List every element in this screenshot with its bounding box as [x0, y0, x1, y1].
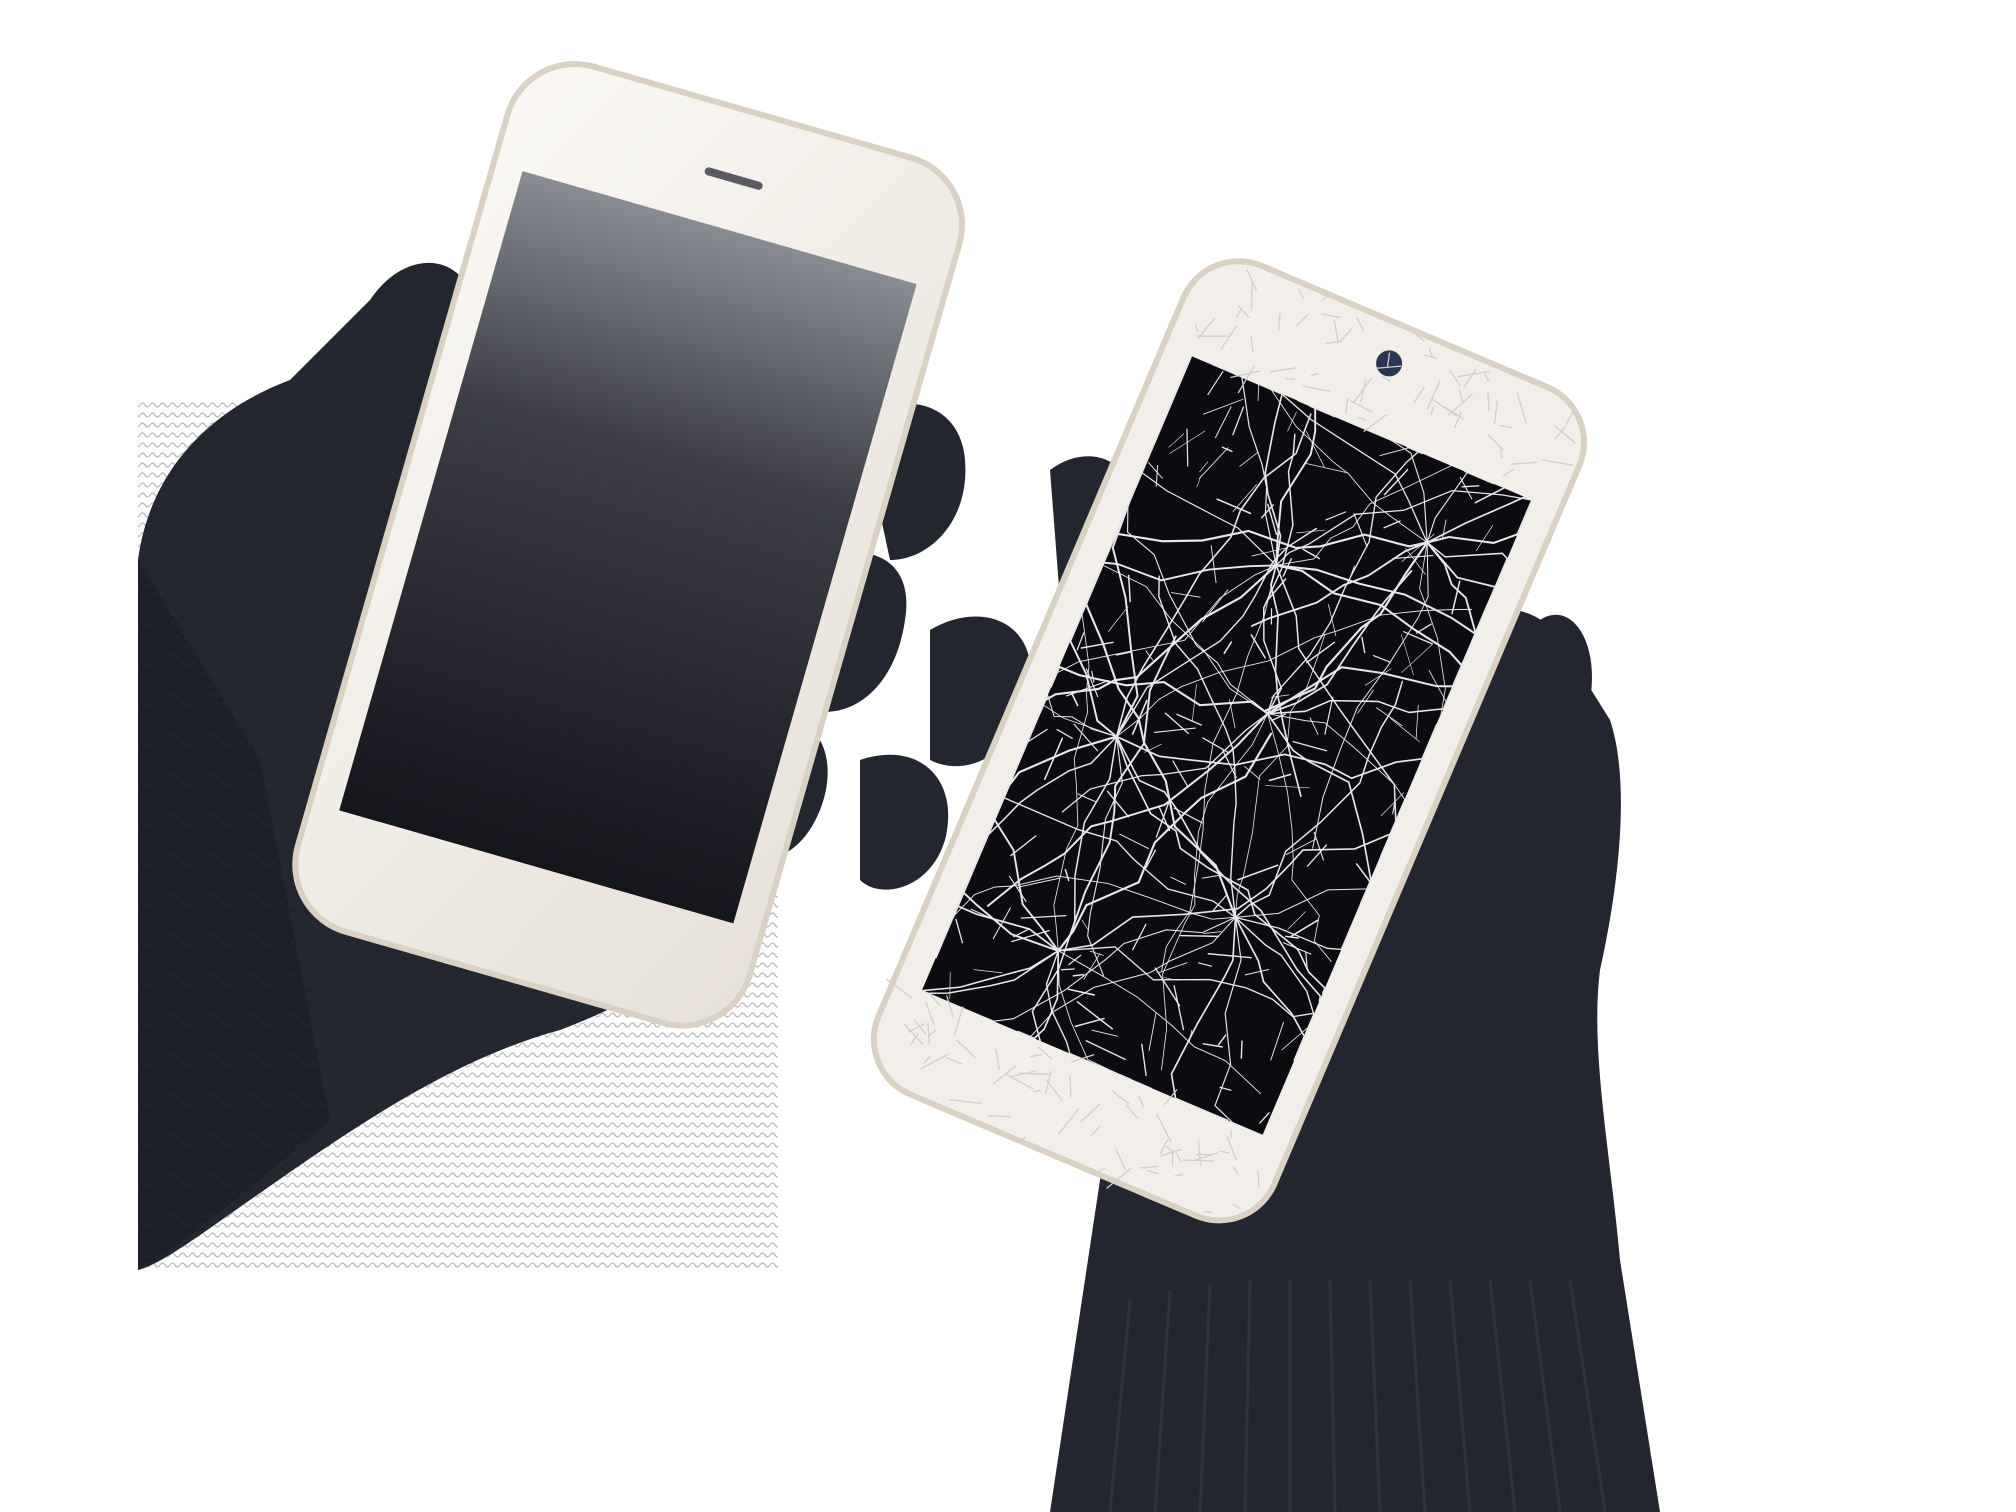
photo-scene — [0, 0, 2016, 1512]
